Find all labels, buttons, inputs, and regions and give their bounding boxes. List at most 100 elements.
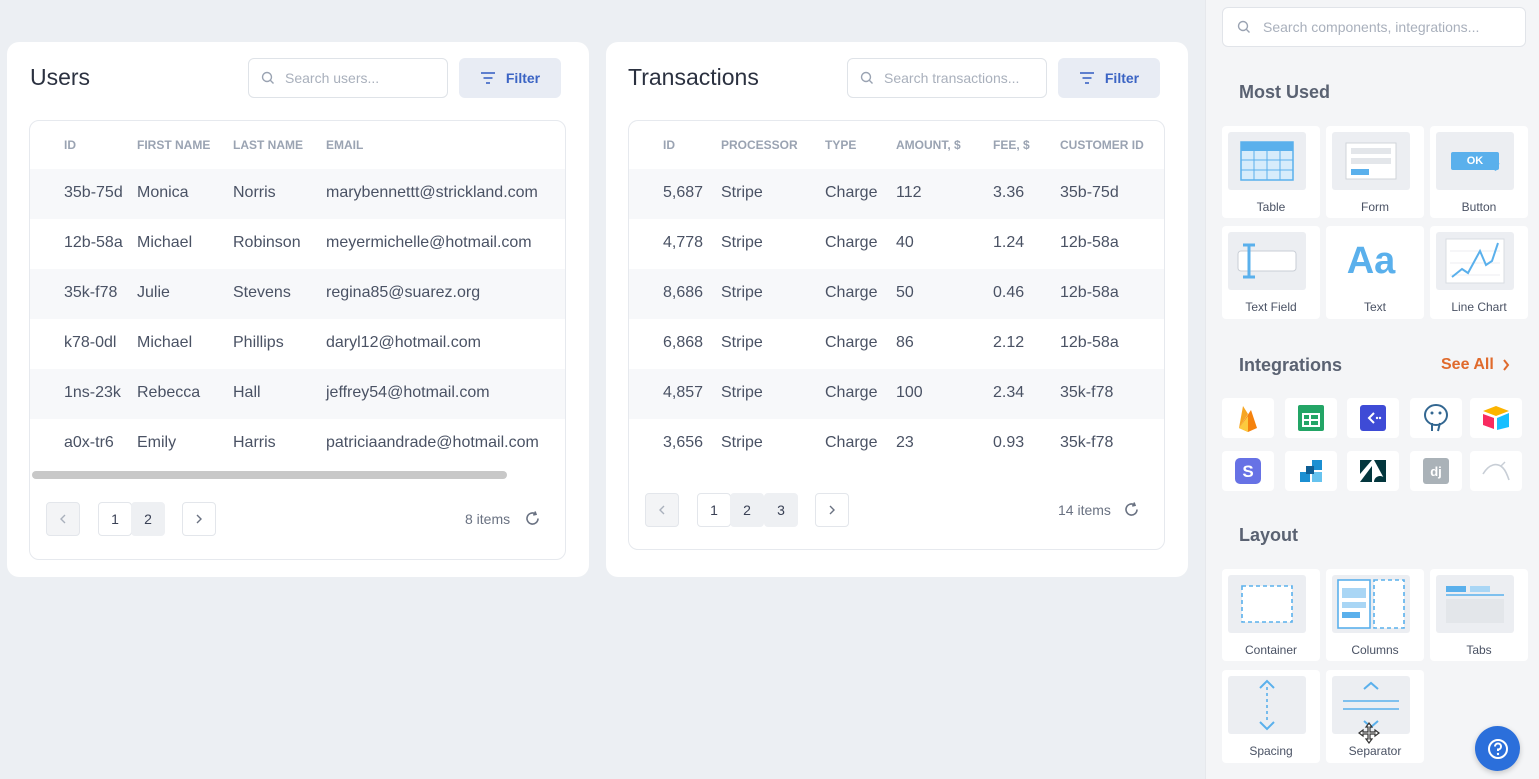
page-button[interactable]: 1 <box>697 493 731 527</box>
component-spacing[interactable]: Spacing <box>1222 670 1320 763</box>
component-text[interactable]: Aa Text <box>1326 226 1424 319</box>
component-line-chart[interactable]: Line Chart <box>1430 226 1528 319</box>
chevron-left-icon <box>659 505 665 515</box>
django-icon[interactable]: dj <box>1410 451 1462 491</box>
component-form[interactable]: Form <box>1326 126 1424 218</box>
cell-last-name: Harris <box>233 434 276 451</box>
column-header[interactable]: LAST NAME <box>233 138 303 152</box>
prev-page-button[interactable] <box>46 502 80 536</box>
svg-text:dj: dj <box>1430 464 1442 479</box>
component-tabs[interactable]: Tabs <box>1430 569 1528 661</box>
transactions-filter-button[interactable]: Filter <box>1058 58 1160 98</box>
column-header[interactable]: AMOUNT, $ <box>896 138 961 152</box>
next-page-button[interactable] <box>182 502 216 536</box>
cell-last-name: Norris <box>233 184 276 201</box>
prev-page-button[interactable] <box>645 493 679 527</box>
transactions-card: Transactions Search transactions... Filt… <box>606 42 1188 577</box>
users-search-input[interactable]: Search users... <box>248 58 448 98</box>
filter-icon <box>1079 72 1094 84</box>
component-table[interactable]: Table <box>1222 126 1320 218</box>
cell-amount: 50 <box>896 284 914 301</box>
cell-processor: Stripe <box>721 434 763 451</box>
horizontal-scrollbar[interactable] <box>32 471 507 479</box>
table-row[interactable]: 4,857 Stripe Charge 100 2.34 35k-f78 <box>629 369 1164 419</box>
column-header[interactable]: TYPE <box>825 138 856 152</box>
cell-fee: 1.24 <box>993 234 1025 251</box>
google-sheets-icon[interactable] <box>1285 398 1337 438</box>
users-filter-button[interactable]: Filter <box>459 58 561 98</box>
cell-processor: Stripe <box>721 284 763 301</box>
column-header[interactable]: FIRST NAME <box>137 138 210 152</box>
cell-amount: 112 <box>896 184 922 201</box>
next-page-button[interactable] <box>815 493 849 527</box>
cell-first-name: Monica <box>137 184 189 201</box>
table-row[interactable]: 8,686 Stripe Charge 50 0.46 12b-58a <box>629 269 1164 319</box>
help-button[interactable] <box>1475 726 1520 771</box>
page-button[interactable]: 2 <box>131 502 165 536</box>
table-row[interactable]: 4,778 Stripe Charge 40 1.24 12b-58a <box>629 219 1164 269</box>
slack-icon[interactable] <box>1285 451 1337 491</box>
column-header[interactable]: ID <box>663 138 675 152</box>
integrations-title: Integrations <box>1239 355 1343 375</box>
users-table: ID FIRST NAME LAST NAME EMAIL 35b-75d Mo… <box>29 120 566 560</box>
text-icon: Aa <box>1332 232 1410 290</box>
cell-id: k78-0dl <box>64 334 117 351</box>
table-row[interactable]: 3,656 Stripe Charge 23 0.93 35k-f78 <box>629 419 1164 469</box>
component-label: Table <box>1256 200 1286 214</box>
component-label: Text <box>1363 300 1386 314</box>
transactions-table: ID PROCESSOR TYPE AMOUNT, $ FEE, $ CUSTO… <box>628 120 1165 550</box>
cell-first-name: Michael <box>137 334 193 351</box>
airtable-icon[interactable] <box>1470 398 1522 438</box>
column-header[interactable]: CUSTOMER ID <box>1060 138 1144 152</box>
spacing-icon <box>1228 676 1306 734</box>
zendesk-icon[interactable] <box>1347 451 1399 491</box>
transactions-search-input[interactable]: Search transactions... <box>847 58 1047 98</box>
retool-api-icon[interactable] <box>1347 398 1399 438</box>
component-text-field[interactable]: Text Field <box>1222 226 1320 319</box>
component-separator[interactable]: Separator <box>1326 670 1424 763</box>
column-header[interactable]: EMAIL <box>326 138 363 152</box>
table-row[interactable]: 35b-75d Monica Norris marybennettt@stric… <box>30 169 565 219</box>
layout-title: Layout <box>1239 525 1299 545</box>
table-row[interactable]: 6,868 Stripe Charge 86 2.12 12b-58a <box>629 319 1164 369</box>
users-title: Users <box>30 64 91 90</box>
component-label: Separator <box>1348 744 1402 758</box>
table-row[interactable]: 5,687 Stripe Charge 112 3.36 35b-75d <box>629 169 1164 219</box>
component-label: Spacing <box>1249 744 1293 758</box>
cell-first-name: Emily <box>137 434 177 451</box>
stripe-icon[interactable]: S <box>1222 451 1274 491</box>
mysql-icon[interactable] <box>1470 451 1522 491</box>
table-row[interactable]: k78-0dl Michael Phillips daryl12@hotmail… <box>30 319 565 369</box>
cell-fee: 0.46 <box>993 284 1025 301</box>
component-container[interactable]: Container <box>1222 569 1320 661</box>
cell-customer-id: 12b-58a <box>1060 284 1119 301</box>
column-header[interactable]: FEE, $ <box>993 138 1030 152</box>
table-row[interactable]: a0x-tr6 Emily Harris patriciaandrade@hot… <box>30 419 565 469</box>
see-all-link[interactable]: See All <box>1441 356 1510 374</box>
table-row[interactable]: 12b-58a Michael Robinson meyermichelle@h… <box>30 219 565 269</box>
filter-icon <box>480 72 495 84</box>
search-icon <box>860 71 873 84</box>
cell-last-name: Robinson <box>233 234 301 251</box>
page-button[interactable]: 1 <box>98 502 132 536</box>
refresh-icon[interactable] <box>1123 501 1140 518</box>
components-search-input[interactable]: Search components, integrations... <box>1222 7 1526 47</box>
page-button[interactable]: 2 <box>730 493 764 527</box>
cell-id: 4,857 <box>663 384 704 401</box>
cell-id: 5,687 <box>663 184 704 201</box>
column-header[interactable]: ID <box>64 138 76 152</box>
cell-type: Charge <box>825 384 878 401</box>
refresh-icon[interactable] <box>524 510 541 527</box>
component-label: Text Field <box>1245 300 1297 314</box>
transactions-search-placeholder: Search transactions... <box>884 70 1020 86</box>
component-button[interactable]: OK Button <box>1430 126 1528 218</box>
firebase-icon[interactable] <box>1222 398 1274 438</box>
page-button[interactable]: 3 <box>764 493 798 527</box>
component-columns[interactable]: Columns <box>1326 569 1424 661</box>
form-icon <box>1332 132 1410 190</box>
component-label: Line Chart <box>1451 300 1507 314</box>
table-row[interactable]: 1ns-23k Rebecca Hall jeffrey54@hotmail.c… <box>30 369 565 419</box>
column-header[interactable]: PROCESSOR <box>721 138 798 152</box>
table-row[interactable]: 35k-f78 Julie Stevens regina85@suarez.or… <box>30 269 565 319</box>
postgresql-icon[interactable] <box>1410 398 1462 438</box>
